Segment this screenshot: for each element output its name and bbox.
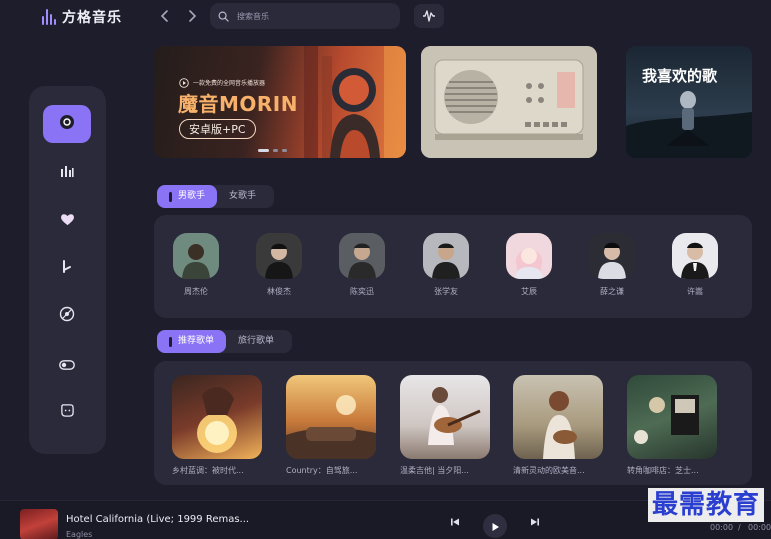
time-current: 00:00 <box>710 523 734 532</box>
singer-card[interactable]: 薛之谦 <box>582 233 642 297</box>
singers-panel: 周杰伦 林俊杰 陈奕迅 张学友 艾辰 薛之谦 许嵩 <box>154 215 752 318</box>
banner-morin[interactable]: 一款免费的全网音乐播放器 魔音MORIN 安卓版+PC <box>154 46 406 158</box>
singer-tabs: 男歌手 女歌手 <box>157 185 274 208</box>
face-icon <box>60 403 75 422</box>
banner-favorite-title: 我喜欢的歌 <box>642 67 718 85</box>
banner-dot[interactable] <box>273 149 278 152</box>
sidebar-item-settings[interactable] <box>43 345 91 383</box>
tab-female-singers[interactable]: 女歌手 <box>217 185 268 208</box>
singer-avatar <box>672 233 718 279</box>
disc-icon <box>59 306 75 326</box>
singer-name: 艾辰 <box>521 287 537 296</box>
singer-card[interactable]: 张学友 <box>416 233 476 297</box>
sidebar-item-charts[interactable] <box>43 153 91 191</box>
playlist-card[interactable]: Country：自驾旅... <box>286 375 376 476</box>
playlist-cover <box>172 375 262 459</box>
playlist-title: 转角咖啡店：芝士... <box>627 466 699 475</box>
watermark-logo: 最需教育 <box>648 488 765 522</box>
singer-card[interactable]: 许嵩 <box>665 233 725 297</box>
singer-avatar <box>256 233 302 279</box>
playlist-cover <box>627 375 717 459</box>
now-playing-title[interactable]: Hotel California (Live; 1999 Remas... <box>66 514 249 525</box>
tab-recommended-playlists[interactable]: 推荐歌单 <box>157 330 227 353</box>
time-total: 00:00 <box>748 523 771 532</box>
search-box[interactable] <box>210 3 400 29</box>
toggle-icon <box>59 355 75 374</box>
radio-illustration <box>421 46 597 158</box>
tab-male-singers[interactable]: 男歌手 <box>157 185 218 208</box>
playlist-title: 清新灵动的欧美音... <box>513 466 585 475</box>
playlist-card[interactable]: 乡村蓝调：被时代... <box>172 375 262 476</box>
playlist-card[interactable]: 转角咖啡店：芝士... <box>627 375 717 476</box>
banner-dot[interactable] <box>282 149 287 152</box>
playlist-tabs: 推荐歌单 旅行歌单 <box>157 330 292 353</box>
banner-dot[interactable] <box>258 149 269 152</box>
singer-avatar <box>589 233 635 279</box>
singer-name: 陈奕迅 <box>350 287 374 296</box>
forward-arrow-icon[interactable] <box>184 8 200 24</box>
sidebar-item-music[interactable] <box>43 249 91 287</box>
playlist-title: 乡村蓝调：被时代... <box>172 466 244 475</box>
sidebar-item-albums[interactable] <box>43 297 91 335</box>
singer-card[interactable]: 陈奕迅 <box>332 233 392 297</box>
banner-favorite-songs[interactable]: 我喜欢的歌 <box>626 46 752 158</box>
heart-icon <box>60 211 75 230</box>
playlist-card[interactable]: 温柔吉他| 当夕阳... <box>400 375 490 476</box>
singer-card[interactable]: 周杰伦 <box>166 233 226 297</box>
back-arrow-icon[interactable] <box>157 8 173 24</box>
now-playing-cover[interactable] <box>20 509 58 539</box>
playlist-title: Country：自驾旅... <box>286 466 358 475</box>
banner-title: 魔音MORIN <box>178 92 298 116</box>
banner-subtitle: 安卓版+PC <box>179 119 256 139</box>
banner-small-text: 一款免费的全网音乐播放器 <box>193 80 266 87</box>
singer-avatar <box>423 233 469 279</box>
singer-name: 许嵩 <box>687 287 703 296</box>
singer-name: 薛之谦 <box>600 287 624 296</box>
singer-name: 张学友 <box>434 287 458 296</box>
sidebar-item-profile[interactable] <box>43 393 91 431</box>
tab-travel-playlists[interactable]: 旅行歌单 <box>226 330 286 353</box>
previous-track-icon[interactable] <box>450 517 460 530</box>
astronaut-illustration <box>626 91 752 158</box>
playlist-cover <box>513 375 603 459</box>
play-button[interactable] <box>483 514 507 538</box>
singer-card[interactable]: 艾辰 <box>499 233 559 297</box>
playlist-card[interactable]: 清新灵动的欧美音... <box>513 375 603 476</box>
vinyl-icon <box>59 114 75 134</box>
search-input[interactable] <box>237 11 387 21</box>
playlists-panel: 乡村蓝调：被时代... Country：自驾旅... 温柔吉他| 当夕阳... … <box>154 361 752 485</box>
app-logo: 方格音乐 <box>42 7 122 27</box>
singer-avatar <box>173 233 219 279</box>
soundwave-icon <box>422 7 436 26</box>
bar-chart-icon <box>60 163 74 182</box>
banner-radio[interactable] <box>421 46 597 158</box>
sidebar-item-discover[interactable] <box>43 105 91 143</box>
sidebar <box>29 86 106 454</box>
playlist-title: 温柔吉他| 当夕阳... <box>400 466 469 475</box>
banner-pagination <box>258 149 287 152</box>
singer-card[interactable]: 林俊杰 <box>249 233 309 297</box>
play-icon <box>490 517 500 536</box>
app-name: 方格音乐 <box>62 10 122 26</box>
now-playing-artist[interactable]: Eagles <box>66 530 92 539</box>
sidebar-item-favorites[interactable] <box>43 201 91 239</box>
logo-bars-icon <box>42 9 56 25</box>
playlist-cover <box>286 375 376 459</box>
music-note-icon <box>61 259 73 278</box>
singer-avatar <box>339 233 385 279</box>
time-separator: / <box>738 523 741 532</box>
singer-name: 林俊杰 <box>267 287 291 296</box>
listen-recognize-button[interactable] <box>414 4 444 28</box>
singer-avatar <box>506 233 552 279</box>
search-icon <box>218 7 229 26</box>
next-track-icon[interactable] <box>530 517 540 530</box>
singer-name: 周杰伦 <box>184 287 208 296</box>
playlist-cover <box>400 375 490 459</box>
